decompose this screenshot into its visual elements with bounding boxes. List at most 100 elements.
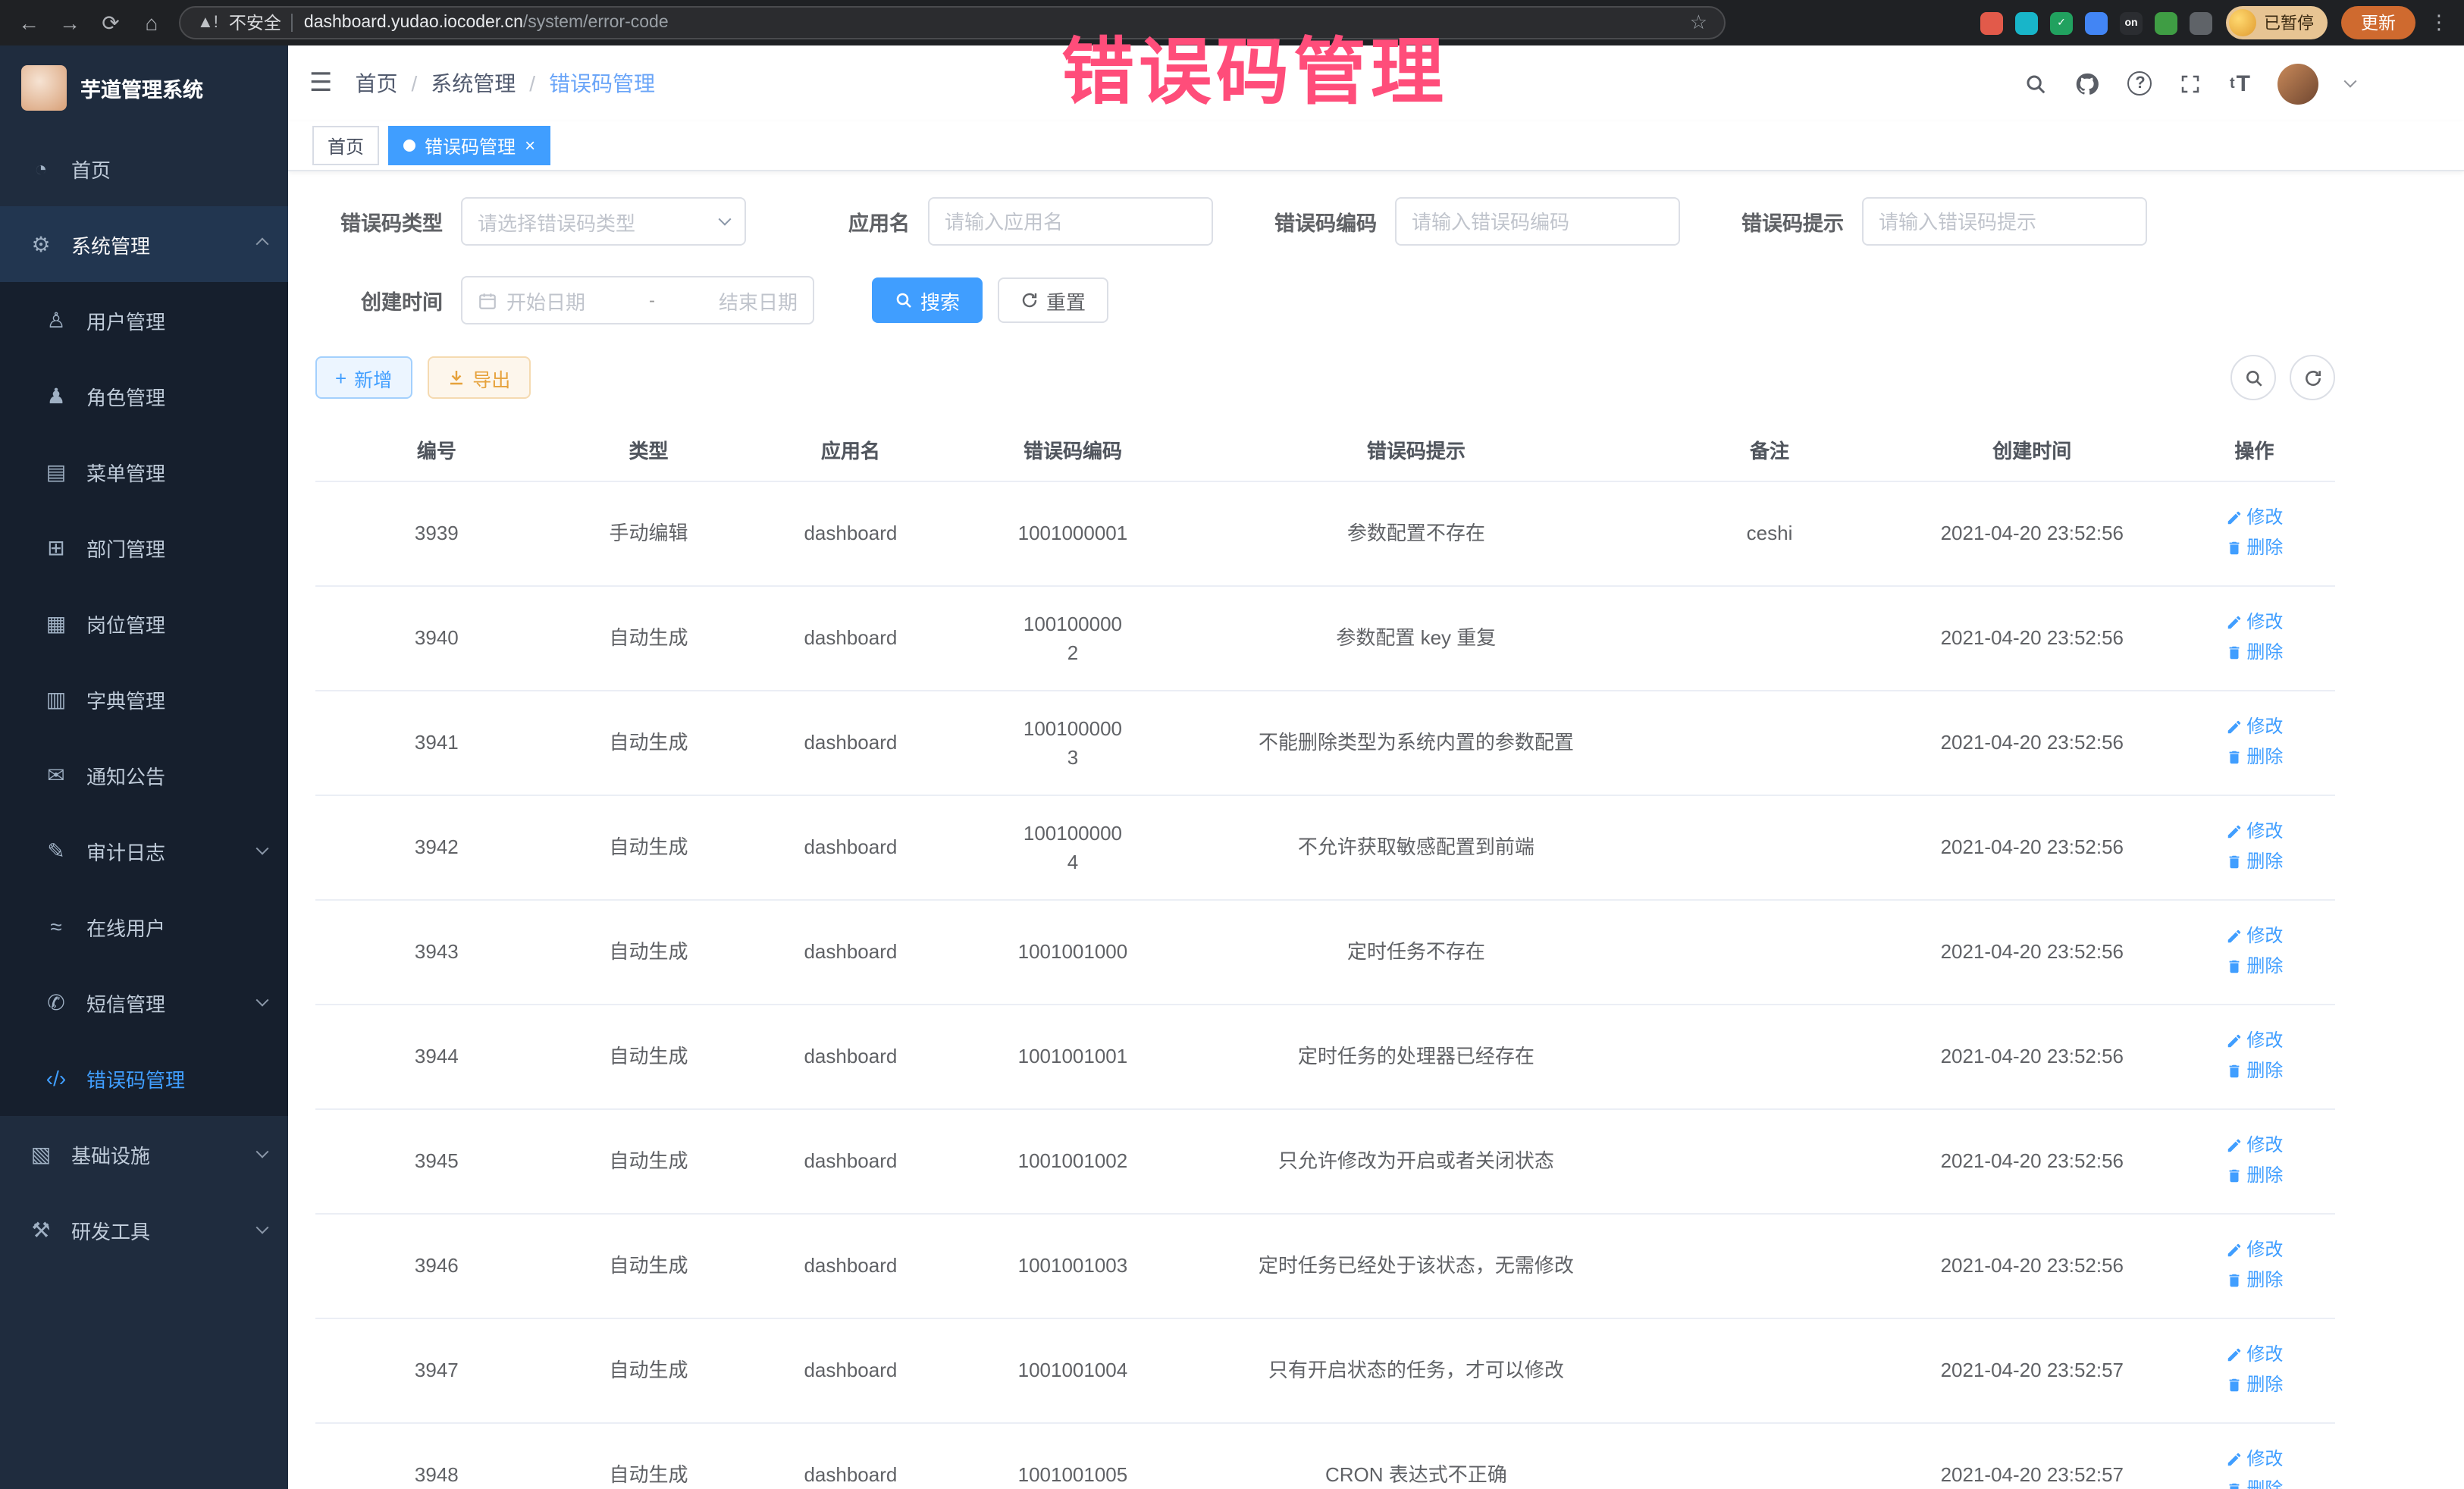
error-hint-input[interactable] (1862, 197, 2147, 246)
extension-leaf-icon[interactable] (2155, 11, 2177, 34)
font-size-icon[interactable]: tT (2230, 71, 2250, 96)
hamburger-icon[interactable]: ☰ (309, 68, 333, 99)
extension-puzzle-icon[interactable] (2190, 11, 2212, 34)
sidebar-item-8[interactable]: ✉通知公告 (0, 737, 288, 813)
cell-time: 2021-04-20 23:52:56 (1891, 586, 2174, 691)
edit-link[interactable]: 修改 (2225, 1236, 2283, 1263)
delete-link[interactable]: 删除 (2225, 1266, 2283, 1293)
cell-code: 1001001003 (961, 1214, 1183, 1318)
github-icon[interactable] (2075, 71, 2101, 96)
app-logo[interactable]: 芋道管理系统 (0, 45, 288, 130)
address-bar[interactable]: ▲! 不安全 dashboard.yudao.iocoder.cn/system… (179, 6, 1726, 39)
bookmark-star-icon[interactable]: ☆ (1690, 11, 1707, 35)
extension-teal-icon[interactable] (2015, 11, 2038, 34)
search-button[interactable]: 搜索 (872, 277, 983, 323)
delete-link[interactable]: 删除 (2225, 848, 2283, 875)
table-row: 3946自动生成dashboard1001001003定时任务已经处于该状态，无… (315, 1214, 2335, 1318)
edit-link[interactable]: 修改 (2225, 503, 2283, 531)
breadcrumb-item-2[interactable]: 错误码管理 (549, 68, 655, 99)
cell-id: 3941 (315, 691, 558, 795)
delete-link[interactable]: 删除 (2225, 534, 2283, 561)
date-range-picker[interactable]: 开始日期 - 结束日期 (461, 276, 814, 324)
header-actions: ? tT (2025, 63, 2355, 104)
edit-link[interactable]: 修改 (2225, 1027, 2283, 1054)
error-type-select[interactable]: 请选择错误码类型 (461, 197, 746, 246)
tab-1[interactable]: 错误码管理× (388, 126, 550, 165)
cell-hint: 参数配置 key 重复 (1183, 586, 1648, 691)
sidebar-item-0[interactable]: ◔首页 (0, 130, 288, 206)
cell-hint: 定时任务已经处于该状态，无需修改 (1183, 1214, 1648, 1318)
cell-type: 自动生成 (558, 1318, 740, 1423)
delete-link[interactable]: 删除 (2225, 952, 2283, 980)
browser-menu-icon[interactable]: ⋮ (2429, 11, 2449, 35)
column-header-6: 创建时间 (1891, 418, 2174, 481)
user-avatar[interactable] (2277, 63, 2318, 104)
refresh-icon[interactable] (2290, 355, 2335, 400)
address-divider (292, 14, 293, 32)
department-icon: ⊞ (42, 534, 70, 560)
search-icon[interactable] (2025, 72, 2048, 95)
sidebar-item-3[interactable]: ♟角色管理 (0, 358, 288, 434)
delete-link[interactable]: 删除 (2225, 743, 2283, 770)
cell-remark (1648, 1214, 1891, 1318)
error-code-input[interactable] (1395, 197, 1680, 246)
cell-remark (1648, 691, 1891, 795)
extension-grid-icon[interactable] (2085, 11, 2108, 34)
delete-link[interactable]: 删除 (2225, 1475, 2283, 1489)
extension-dark-on-icon[interactable]: on (2120, 11, 2143, 34)
cell-type: 自动生成 (558, 1214, 740, 1318)
edit-link[interactable]: 修改 (2225, 608, 2283, 635)
edit-link[interactable]: 修改 (2225, 1445, 2283, 1472)
sidebar-item-14[interactable]: ⚒研发工具 (0, 1192, 288, 1268)
browser-home-icon[interactable]: ⌂ (138, 11, 165, 35)
sidebar-item-label: 短信管理 (86, 988, 241, 1017)
edit-link[interactable]: 修改 (2225, 817, 2283, 845)
sidebar-item-1[interactable]: ⚙系统管理 (0, 206, 288, 282)
browser-profile-chip[interactable]: 已暂停 (2226, 6, 2328, 39)
edit-link[interactable]: 修改 (2225, 713, 2283, 740)
tab-close-icon[interactable]: × (525, 136, 535, 155)
reset-button[interactable]: 重置 (998, 277, 1108, 323)
extension-green-check-icon[interactable]: ✓ (2050, 11, 2073, 34)
avatar-chevron-down-icon[interactable] (2344, 75, 2357, 88)
main-area: ☰ 首页/系统管理/错误码管理 ? tT 首页错误码管理× (288, 45, 2464, 1489)
extension-red-icon[interactable] (1980, 11, 2003, 34)
sidebar-item-7[interactable]: ▥字典管理 (0, 661, 288, 737)
sidebar-item-13[interactable]: ▧基础设施 (0, 1116, 288, 1192)
cell-ops: 修改删除 (2174, 1005, 2335, 1109)
edit-link[interactable]: 修改 (2225, 922, 2283, 949)
reload-icon[interactable]: ⟳ (97, 10, 124, 36)
forward-icon[interactable]: → (56, 11, 83, 35)
sidebar-item-10[interactable]: ≈在线用户 (0, 889, 288, 964)
breadcrumb-item-1[interactable]: 系统管理 (431, 68, 516, 99)
delete-link[interactable]: 删除 (2225, 1057, 2283, 1084)
toggle-search-icon[interactable] (2230, 355, 2276, 400)
breadcrumb-item-0[interactable]: 首页 (356, 68, 398, 99)
sidebar-item-11[interactable]: ✆短信管理 (0, 964, 288, 1040)
app-name-input[interactable] (928, 197, 1213, 246)
edit-link[interactable]: 修改 (2225, 1340, 2283, 1368)
cell-remark: ceshi (1648, 481, 1891, 586)
cell-app: dashboard (739, 691, 961, 795)
sidebar-item-2[interactable]: ♙用户管理 (0, 282, 288, 358)
edit-link[interactable]: 修改 (2225, 1131, 2283, 1158)
tab-0[interactable]: 首页 (312, 126, 379, 165)
cell-app: dashboard (739, 1214, 961, 1318)
sidebar-item-9[interactable]: ✎审计日志 (0, 813, 288, 889)
sidebar-item-5[interactable]: ⊞部门管理 (0, 509, 288, 585)
sidebar-item-12[interactable]: ‹/›错误码管理 (0, 1040, 288, 1116)
add-button[interactable]: + 新增 (315, 356, 412, 399)
sidebar-item-4[interactable]: ▤菜单管理 (0, 434, 288, 509)
sidebar-item-6[interactable]: ▦岗位管理 (0, 585, 288, 661)
help-icon[interactable]: ? (2128, 71, 2152, 96)
delete-link[interactable]: 删除 (2225, 638, 2283, 666)
table-row: 3944自动生成dashboard1001001001定时任务的处理器已经存在2… (315, 1005, 2335, 1109)
fullscreen-icon[interactable] (2180, 72, 2202, 95)
delete-link[interactable]: 删除 (2225, 1161, 2283, 1189)
browser-update-button[interactable]: 更新 (2341, 6, 2415, 39)
delete-link[interactable]: 删除 (2225, 1371, 2283, 1398)
back-icon[interactable]: ← (15, 11, 42, 35)
export-button[interactable]: 导出 (427, 356, 530, 399)
cell-ops: 修改删除 (2174, 795, 2335, 900)
cell-time: 2021-04-20 23:52:56 (1891, 900, 2174, 1005)
